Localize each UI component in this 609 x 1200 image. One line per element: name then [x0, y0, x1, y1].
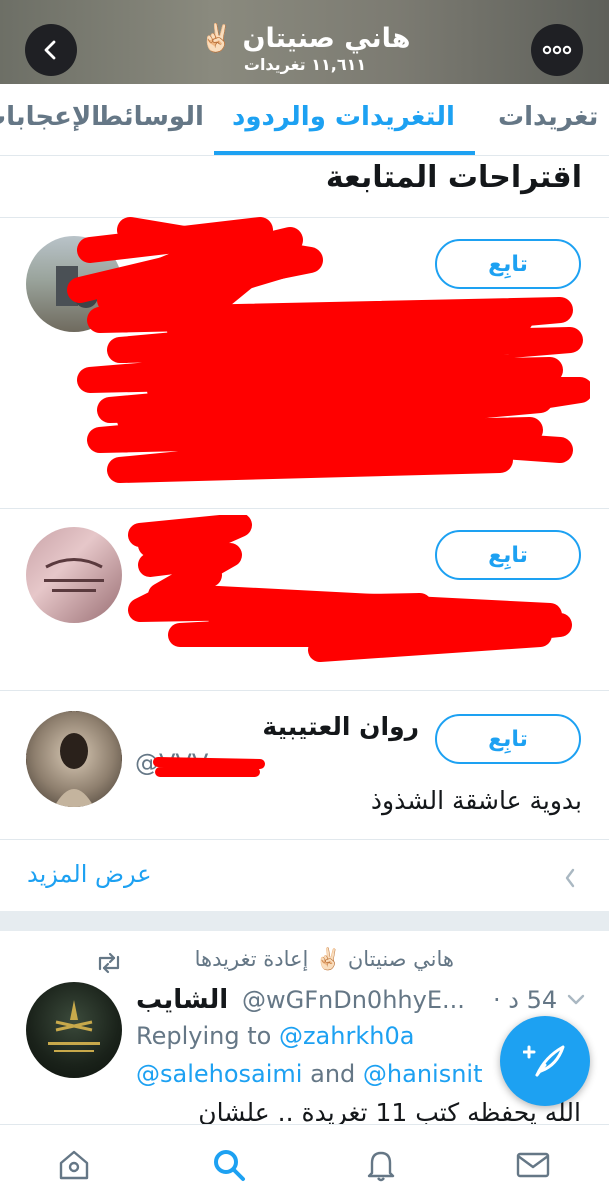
- back-button[interactable]: [25, 24, 77, 76]
- suggestion-bio: بدوية عاشقة الشذوذ: [370, 786, 582, 815]
- search-icon: [214, 1150, 245, 1181]
- replying-to-line: Replying to @zahrkh0a: [136, 1022, 414, 1050]
- replying-to-line: @salehosaimi and @hanisnit: [136, 1060, 483, 1088]
- nav-notifications[interactable]: [361, 1145, 401, 1185]
- tweet-body: الله يحفظه كتب 11 تغريدة .. علشان: [198, 1098, 581, 1127]
- tweet-author-handle[interactable]: @wGFnDn0hhyE...: [242, 986, 465, 1014]
- replying-and: and: [310, 1060, 356, 1088]
- compose-button[interactable]: [500, 1016, 590, 1106]
- mention-link[interactable]: @zahrkh0a: [279, 1022, 414, 1050]
- nav-search[interactable]: [209, 1145, 249, 1185]
- more-icon: [542, 45, 572, 55]
- suggestions-title: اقتراحات المتابعة: [325, 160, 582, 195]
- suggestion-handle: @VVV: [135, 749, 209, 777]
- divider: [0, 508, 609, 509]
- avatar[interactable]: [26, 236, 122, 332]
- retweeted-by: هاني صنيتان ✌🏻 إعادة تغريدها: [194, 947, 454, 971]
- chevron-down-icon[interactable]: [566, 993, 586, 1007]
- mention-link[interactable]: @hanisnit: [363, 1060, 483, 1088]
- divider: [0, 690, 609, 691]
- nav-messages[interactable]: [513, 1145, 553, 1185]
- divider: [0, 217, 609, 218]
- profile-name: هاني صنيتان ✌🏻: [199, 23, 411, 54]
- divider: [0, 839, 609, 840]
- tab-tweets[interactable]: تغريدات: [498, 102, 598, 132]
- tweet-time: 54 د ·: [493, 986, 558, 1014]
- tab-tweets-replies[interactable]: التغريدات والردود: [232, 102, 455, 132]
- mention-link[interactable]: @salehosaimi: [136, 1060, 302, 1088]
- active-tab-indicator: [214, 151, 475, 155]
- suggestion-name: روان العتيبية: [262, 712, 419, 741]
- messages-icon: [516, 1152, 550, 1178]
- replying-prefix: Replying to: [136, 1022, 272, 1050]
- follow-button[interactable]: تابِع: [435, 714, 581, 764]
- follow-button[interactable]: تابِع: [435, 530, 581, 580]
- tweet-avatar[interactable]: [26, 982, 122, 1078]
- profile-header: هاني صنيتان ✌🏻 ١١,٦١١ تغريدات: [0, 0, 609, 84]
- back-icon: [44, 40, 56, 60]
- bottom-tab-bar: [0, 1124, 609, 1200]
- chevron-right-icon: [565, 868, 575, 888]
- section-gap: [0, 911, 609, 931]
- retweet-icon: [98, 952, 120, 974]
- tweet-count: ١١,٦١١ تغريدات: [243, 55, 367, 74]
- compose-icon: [523, 1045, 565, 1077]
- profile-tabs: تغريدات التغريدات والردود الوسائط الإعجا…: [0, 84, 609, 156]
- show-more-link[interactable]: عرض المزيد: [27, 860, 152, 888]
- home-icon: [59, 1150, 89, 1180]
- tab-likes[interactable]: الإعجابات: [0, 102, 100, 132]
- tab-media[interactable]: الوسائط: [96, 102, 204, 132]
- avatar[interactable]: [26, 711, 122, 807]
- follow-button[interactable]: تابِع: [435, 239, 581, 289]
- tweet-author-name[interactable]: الشايب: [136, 985, 228, 1015]
- nav-home[interactable]: [54, 1145, 94, 1185]
- more-button[interactable]: [531, 24, 583, 76]
- notifications-icon: [367, 1151, 395, 1182]
- avatar[interactable]: [26, 527, 122, 623]
